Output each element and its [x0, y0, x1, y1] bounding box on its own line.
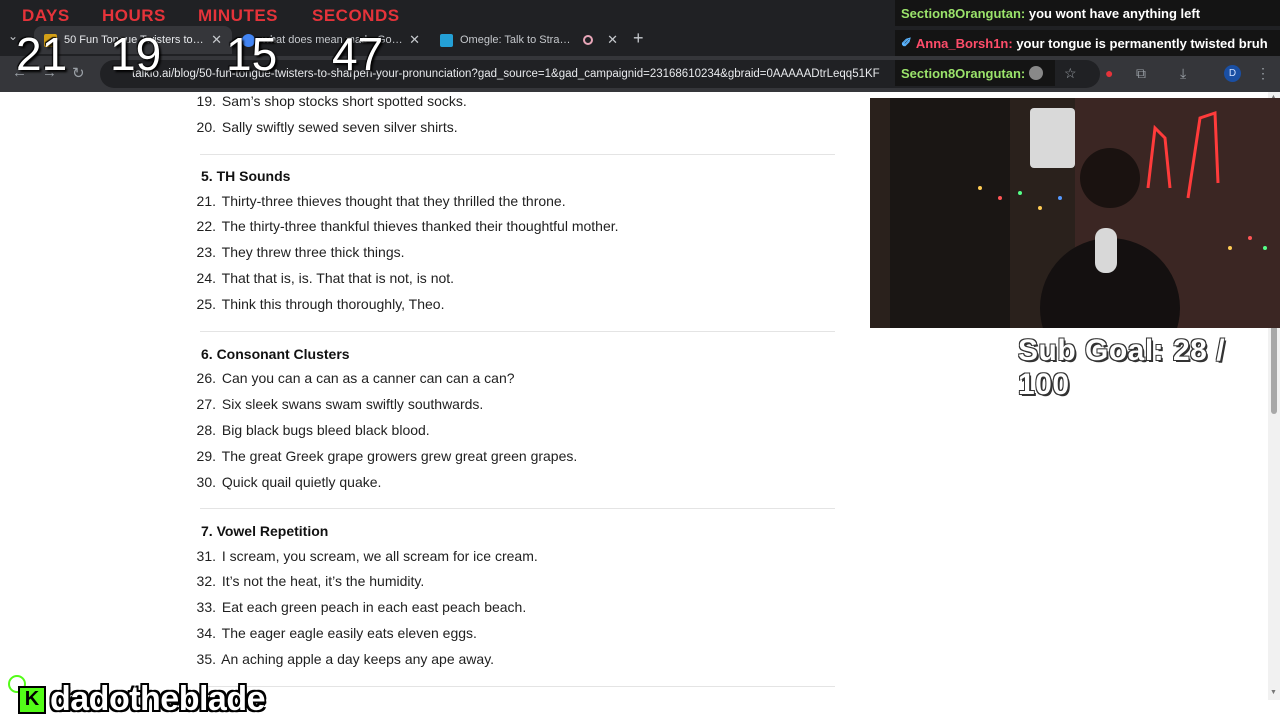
countdown-minutes-value: 15	[226, 28, 278, 80]
new-tab-button[interactable]: +	[633, 28, 644, 49]
kick-logo-icon: K	[18, 685, 46, 714]
countdown-days-label: DAYS	[22, 6, 70, 25]
webcam-scene-image	[870, 98, 1280, 328]
countdown-hours-label: HOURS	[102, 6, 166, 25]
chat-message: Section8Orangutan:	[895, 60, 1055, 86]
chat-message: Section8Orangutan: you wont have anythin…	[895, 0, 1280, 26]
list-item: 30. Quick quail quietly quake.	[194, 474, 382, 490]
item-number: 22.	[196, 218, 216, 234]
section-heading: 6. Consonant Clusters	[201, 346, 350, 362]
item-number: 35.	[196, 651, 216, 667]
item-number: 33.	[196, 599, 216, 615]
list-item: 23. They threw three thick things.	[194, 244, 405, 260]
tab-omegle[interactable]: Omegle: Talk to Strangers ✕	[430, 26, 628, 54]
countdown-overlay: DAYS HOURS MINUTES SECONDS 21 19 15 47	[0, 0, 400, 90]
omegle-favicon-icon	[440, 33, 453, 47]
list-item: 31. I scream, you scream, we all scream …	[194, 548, 538, 564]
sub-goal-counter: Sub Goal: 28 / 100	[1018, 334, 1226, 401]
item-text: Big black bugs bleed black blood.	[221, 422, 430, 438]
item-text: The thirty-three thankful thieves thanke…	[221, 218, 619, 234]
webcam-feed	[870, 98, 1280, 328]
item-number: 20.	[196, 119, 216, 135]
item-number: 31.	[196, 548, 216, 564]
item-text: Sally swiftly sewed seven silver shirts.	[221, 119, 458, 135]
item-number: 27.	[196, 396, 216, 412]
streamer-tag: K dadotheblade	[18, 680, 266, 719]
item-text: Thirty-three thieves thought that they t…	[221, 193, 566, 209]
streamer-name: dadotheblade	[50, 680, 266, 718]
item-text: Can you can a can as a canner can can a …	[221, 370, 515, 386]
chat-username: Section8Orangutan:	[901, 65, 1026, 81]
section-divider	[200, 508, 835, 509]
item-text: Six sleek swans swam swiftly southwards.	[221, 396, 484, 412]
list-item: 25. Think this through thoroughly, Theo.	[194, 296, 445, 312]
item-text: I scream, you scream, we all scream for …	[221, 548, 538, 564]
item-text: Quick quail quietly quake.	[221, 474, 382, 490]
chat-text: your tongue is permanently twisted bruh	[1016, 35, 1268, 51]
item-number: 23.	[196, 244, 216, 260]
list-item: 26. Can you can a can as a canner can ca…	[194, 370, 515, 386]
item-text: Think this through thoroughly, Theo.	[221, 296, 445, 312]
moderator-badge-icon: ✐	[901, 35, 912, 50]
item-number: 34.	[196, 625, 216, 641]
item-number: 26.	[196, 370, 216, 386]
list-item: 24. That that is, is. That that is not, …	[194, 270, 455, 286]
item-text: Sam’s shop stocks short spotted socks.	[221, 93, 467, 109]
list-item: 27. Six sleek swans swam swiftly southwa…	[194, 396, 484, 412]
chat-username: Section8Orangutan:	[901, 5, 1026, 21]
list-item: 32. It’s not the heat, it’s the humidity…	[194, 573, 425, 589]
section-divider	[200, 331, 835, 332]
close-tab-icon[interactable]: ✕	[409, 32, 420, 48]
chat-message: ✐ Anna_Borsh1n: your tongue is permanentl…	[895, 30, 1280, 56]
item-text: The eager eagle easily eats eleven eggs.	[221, 625, 477, 641]
countdown-minutes-label: MINUTES	[198, 6, 278, 25]
item-text: It’s not the heat, it’s the humidity.	[221, 573, 425, 589]
list-item: 33. Eat each green peach in each east pe…	[194, 599, 527, 615]
list-item: 20. Sally swiftly sewed seven silver shi…	[194, 119, 458, 135]
list-item: 19. Sam’s shop stocks short spotted sock…	[194, 93, 467, 109]
section-heading: 7. Vowel Repetition	[201, 523, 329, 539]
chat-text: you wont have anything left	[1028, 5, 1201, 21]
item-number: 30.	[196, 474, 216, 490]
item-number: 28.	[196, 422, 216, 438]
item-number: 21.	[196, 193, 216, 209]
close-tab-icon[interactable]: ✕	[607, 32, 618, 48]
list-item: 22. The thirty-three thankful thieves th…	[194, 218, 619, 234]
item-number: 24.	[196, 270, 216, 286]
item-number: 25.	[196, 296, 216, 312]
list-item: 28. Big black bugs bleed black blood.	[194, 422, 430, 438]
item-number: 19.	[196, 93, 216, 109]
item-text: An aching apple a day keeps any ape away…	[221, 651, 495, 667]
countdown-days-value: 21	[16, 28, 68, 80]
list-item: 34. The eager eagle easily eats eleven e…	[194, 625, 477, 641]
list-item: 35. An aching apple a day keeps any ape …	[194, 651, 495, 667]
item-number: 29.	[196, 448, 216, 464]
tab-title: Omegle: Talk to Strangers	[460, 34, 576, 46]
list-item: 29. The great Greek grape growers grew g…	[194, 448, 578, 464]
section-divider	[200, 686, 835, 687]
countdown-seconds-value: 47	[332, 28, 384, 80]
section-divider	[200, 154, 835, 155]
scroll-down-icon[interactable]: ▼	[1270, 689, 1277, 696]
chat-overlay: Section8Orangutan: you wont have anythin…	[895, 0, 1280, 90]
section-heading: 5. TH Sounds	[201, 168, 291, 184]
list-item: 21. Thirty-three thieves thought that th…	[194, 193, 566, 209]
countdown-hours-value: 19	[110, 28, 162, 80]
item-text: That that is, is. That that is not, is n…	[221, 270, 455, 286]
chat-emote-icon	[1028, 66, 1043, 80]
item-text: They threw three thick things.	[221, 244, 405, 260]
chat-username: Anna_Borsh1n:	[915, 35, 1013, 51]
item-number: 32.	[196, 573, 216, 589]
recording-indicator-icon	[583, 35, 594, 45]
countdown-seconds-label: SECONDS	[312, 6, 400, 25]
item-text: Eat each green peach in each east peach …	[221, 599, 527, 615]
item-text: The great Greek grape growers grew great…	[221, 448, 578, 464]
